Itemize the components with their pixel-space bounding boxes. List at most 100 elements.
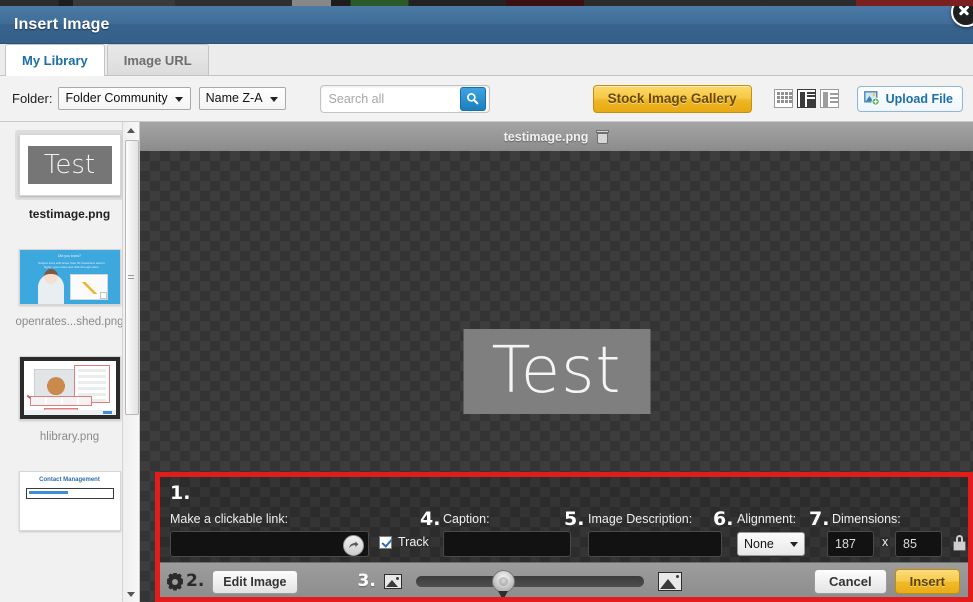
dimension-separator: x xyxy=(882,535,889,549)
step-number-1: 1. xyxy=(170,482,191,504)
preview-header: testimage.png xyxy=(140,122,973,152)
large-image-icon[interactable] xyxy=(657,572,682,591)
thumbnail-image: Did you know? Subject lines with fewer t… xyxy=(18,249,121,305)
thumbnail-preview-text: Test xyxy=(27,146,112,184)
chevron-down-icon xyxy=(269,97,278,102)
zoom-slider-pin xyxy=(497,591,508,597)
insert-image-dialog: Insert Image My Library Image URL Folder… xyxy=(0,6,973,602)
lock-aspect-ratio-icon[interactable] xyxy=(953,535,966,551)
track-label: Track xyxy=(398,535,429,549)
thumbnail-list: Test testimage.png Did you know? Subject… xyxy=(0,122,139,535)
insert-image-dialog-screen: Insert Image My Library Image URL Folder… xyxy=(0,0,973,602)
detail-view-icon[interactable] xyxy=(796,89,816,108)
dialog-titlebar: Insert Image xyxy=(0,6,973,44)
sidebar-scrollbar[interactable] xyxy=(122,122,139,602)
image-library-sidebar: Test testimage.png Did you know? Subject… xyxy=(0,122,140,602)
close-icon[interactable] xyxy=(951,6,973,27)
height-input[interactable] xyxy=(895,531,942,557)
dialog-action-bar: 2. Edit Image 3. Cancel Insert xyxy=(160,562,968,597)
image-options-fields: 1. Make a clickable link: Track 4. Capti… xyxy=(160,477,968,562)
small-image-icon[interactable] xyxy=(383,574,402,589)
upload-file-button[interactable]: Upload File xyxy=(856,85,963,112)
go-arrow-icon[interactable] xyxy=(343,535,364,556)
head-shape xyxy=(43,269,58,284)
dialog-title: Insert Image xyxy=(14,15,110,33)
thumbnail-image: Test xyxy=(18,134,121,196)
window-shape xyxy=(23,361,116,415)
step-number-3: 3. xyxy=(357,571,376,591)
folder-select[interactable]: Folder Community xyxy=(58,87,191,110)
stock-image-gallery-button[interactable]: Stock Image Gallery xyxy=(592,84,752,113)
thumbnail-caption: openrates...shed.png xyxy=(15,316,124,328)
library-toolbar: Folder: Folder Community Name Z-A Search… xyxy=(0,76,973,122)
folder-label: Folder: xyxy=(12,91,53,106)
thumbnail-frame xyxy=(15,352,125,424)
sort-select[interactable]: Name Z-A xyxy=(198,87,286,110)
upload-file-label: Upload File xyxy=(885,91,953,106)
dimensions-label: Dimensions: xyxy=(832,512,901,526)
tab-bar: My Library Image URL xyxy=(0,44,973,76)
scroll-down-arrow-icon[interactable] xyxy=(123,586,139,602)
thumbnail-frame: Did you know? Subject lines with fewer t… xyxy=(15,245,125,309)
thumbnail-image xyxy=(18,356,121,420)
alignment-select[interactable]: None xyxy=(737,532,805,556)
clickable-link-label: Make a clickable link: xyxy=(170,512,289,526)
cat-photo-shape xyxy=(33,369,78,397)
clickable-link-field-wrap xyxy=(170,531,369,557)
gear-icon[interactable] xyxy=(166,573,184,591)
track-checkbox-group[interactable]: Track xyxy=(379,535,429,549)
sort-select-value: Name Z-A xyxy=(205,91,263,105)
alignment-select-value: None xyxy=(744,537,774,551)
width-input[interactable] xyxy=(827,531,874,557)
grid-view-icon[interactable] xyxy=(773,89,793,108)
thumbnail-frame: Contact Management xyxy=(15,467,125,535)
thumbnail-frame: Test xyxy=(14,130,125,200)
tab-my-library[interactable]: My Library xyxy=(5,44,105,76)
bar-shape xyxy=(25,488,114,499)
image-description-input[interactable] xyxy=(588,531,722,557)
step-number-5: 5. xyxy=(564,508,585,530)
list-item[interactable]: Contact Management xyxy=(11,467,129,535)
thumb-body: Subject lines with fewer than 50 charact… xyxy=(38,261,105,269)
thumbnail-preview-text: Contact Management xyxy=(39,477,100,483)
clickable-link-input[interactable] xyxy=(170,531,369,557)
thumb-heading: Did you know? xyxy=(58,254,81,258)
scrollbar-thumb[interactable] xyxy=(125,140,139,415)
fields-shape xyxy=(29,396,92,406)
list-item[interactable]: Did you know? Subject lines with fewer t… xyxy=(11,245,129,328)
preview-filename: testimage.png xyxy=(503,129,589,144)
view-mode-group xyxy=(773,89,839,108)
zoom-slider-handle[interactable] xyxy=(491,570,515,593)
blue-button-shape xyxy=(102,410,112,414)
insert-button[interactable]: Insert xyxy=(894,569,960,594)
search-box xyxy=(319,84,490,113)
trash-icon[interactable] xyxy=(596,129,610,144)
scroll-up-arrow-icon[interactable] xyxy=(123,122,139,138)
thumbnail-caption: testimage.png xyxy=(28,207,111,221)
tab-image-url[interactable]: Image URL xyxy=(106,44,209,75)
search-button[interactable] xyxy=(459,86,486,111)
step-number-4: 4. xyxy=(420,508,441,530)
search-input[interactable] xyxy=(320,90,460,107)
magnifier-icon xyxy=(467,93,479,105)
list-view-icon[interactable] xyxy=(819,89,839,108)
step-number-2: 2. xyxy=(186,571,205,591)
image-options-panel: 1. Make a clickable link: Track 4. Capti… xyxy=(155,472,973,602)
edit-image-button[interactable]: Edit Image xyxy=(212,569,298,594)
image-description-label: Image Description: xyxy=(588,512,693,526)
step-number-6: 6. xyxy=(713,508,734,530)
zoom-slider[interactable] xyxy=(415,570,644,597)
list-item[interactable]: Test testimage.png xyxy=(11,130,129,221)
caption-label: Caption: xyxy=(443,512,490,526)
caption-input[interactable] xyxy=(443,531,571,557)
list-item[interactable]: hlibrary.png xyxy=(11,352,129,443)
chevron-down-icon xyxy=(174,97,183,102)
folder-select-value: Folder Community xyxy=(65,91,168,105)
step-number-7: 7. xyxy=(809,508,830,530)
alignment-label: Alignment: xyxy=(737,512,797,526)
thumbnail-caption: hlibrary.png xyxy=(39,431,100,443)
cancel-button[interactable]: Cancel xyxy=(813,569,887,594)
track-checkbox[interactable] xyxy=(379,535,392,549)
square-shape xyxy=(99,292,107,299)
preview-image[interactable]: Test xyxy=(463,329,650,414)
